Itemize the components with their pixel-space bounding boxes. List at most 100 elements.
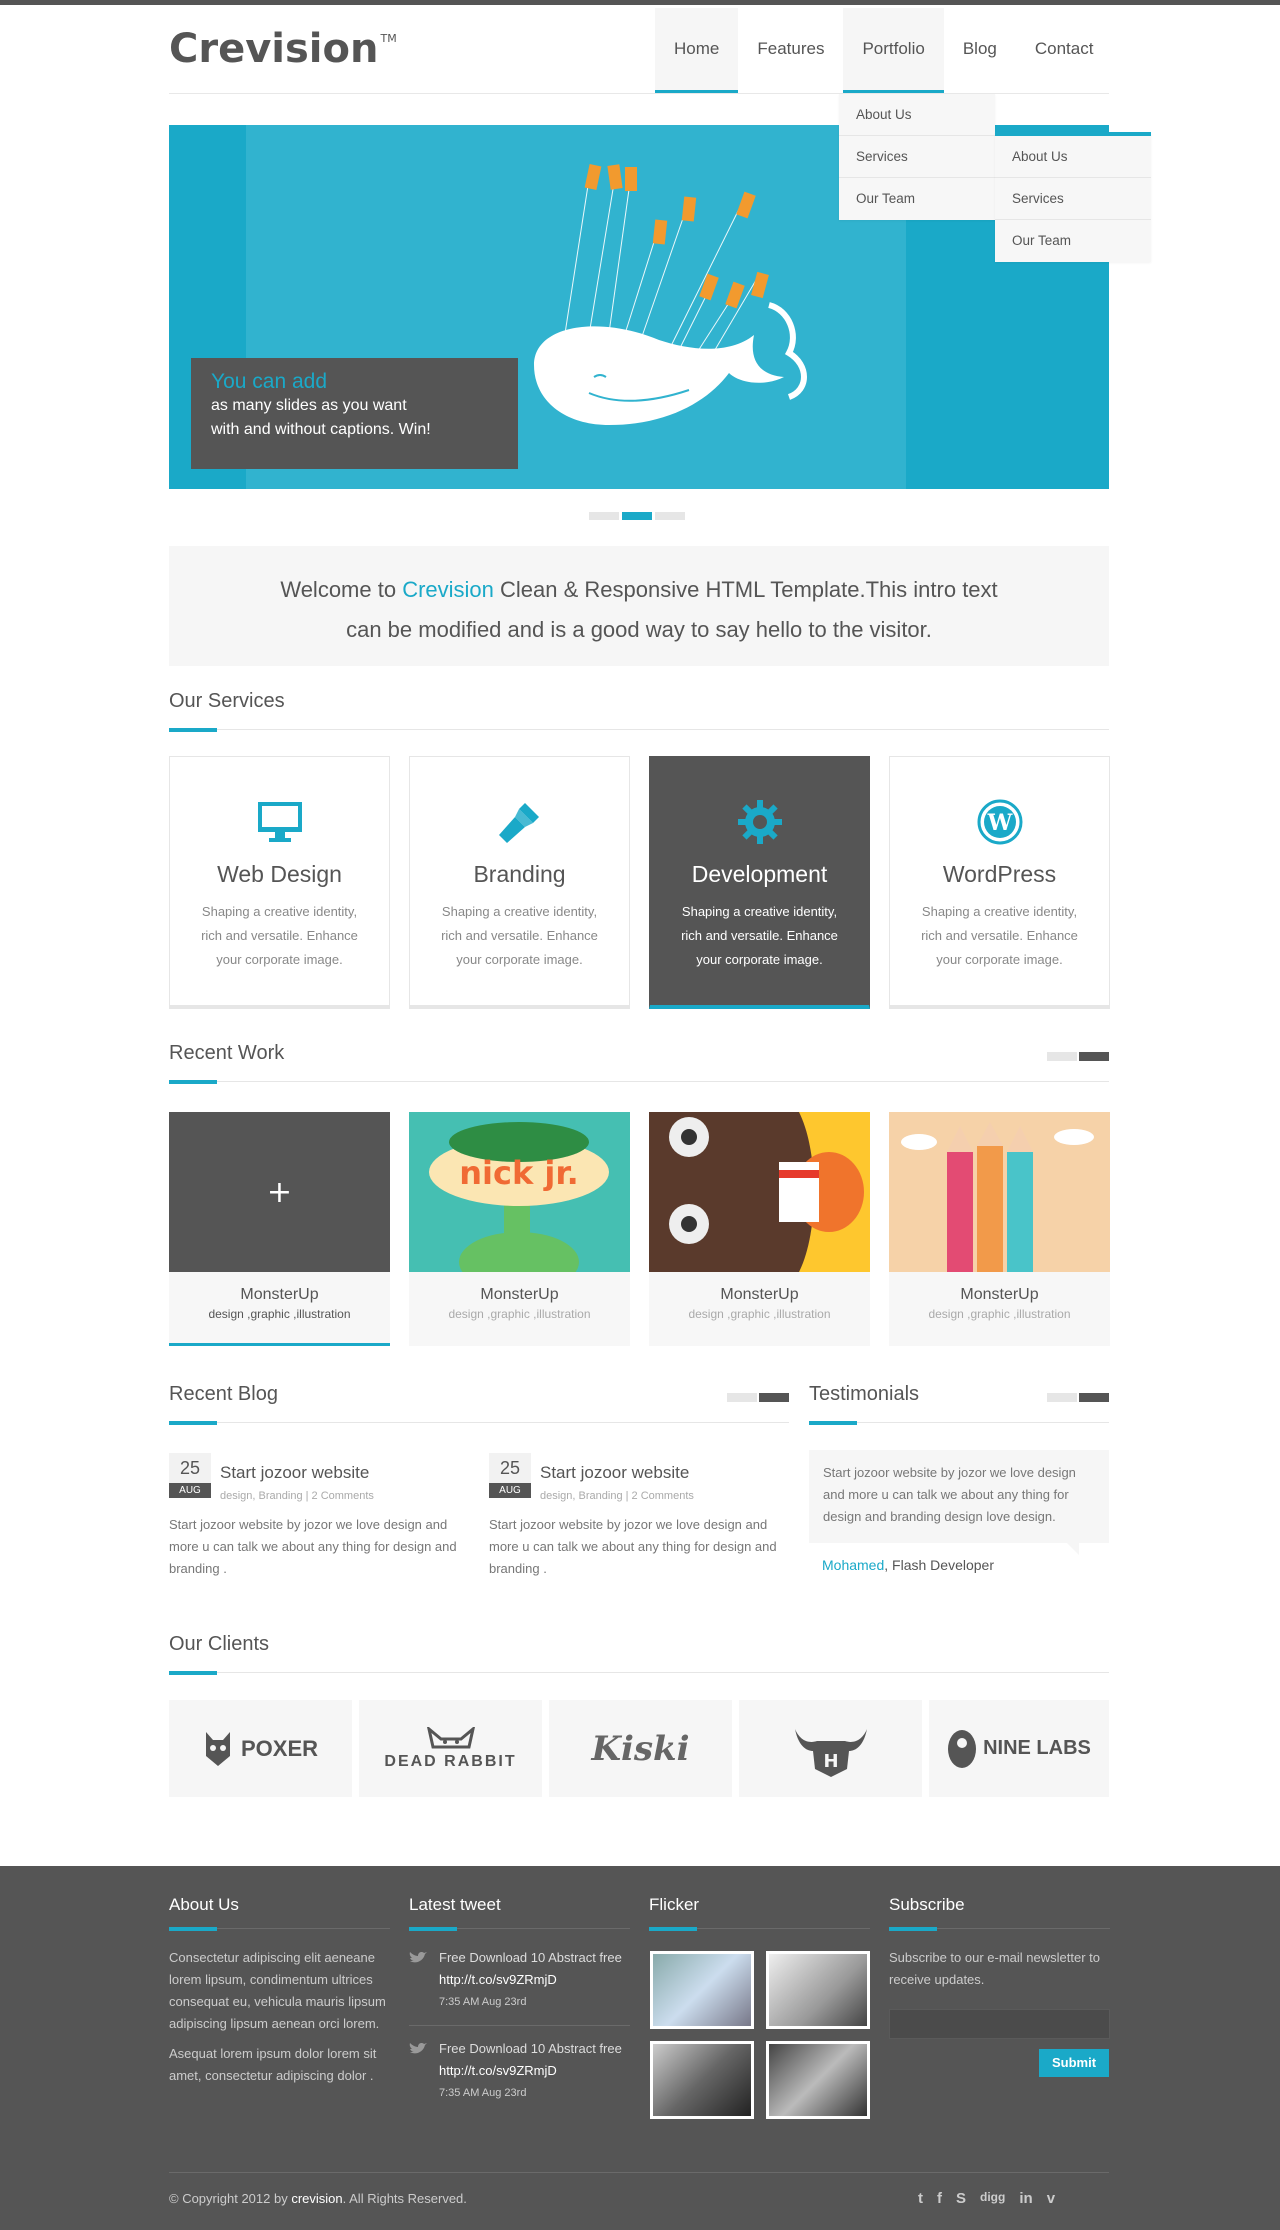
digg-icon[interactable]: digg: [980, 2190, 1005, 2207]
site-logo[interactable]: Crevision TM: [169, 26, 397, 72]
caption-line-2: with and without captions. Win!: [211, 421, 431, 438]
flickr-photo[interactable]: [766, 1951, 870, 2029]
svg-text:H: H: [823, 1751, 838, 1772]
testimonial-author: Mohamed, Flash Developer: [822, 1557, 994, 1573]
facebook-icon[interactable]: f: [937, 2190, 942, 2207]
svg-text:nick jr.: nick jr.: [459, 1154, 578, 1192]
client-logo-kiski[interactable]: Kiski: [549, 1700, 732, 1797]
section-title: Testimonials: [809, 1383, 920, 1405]
pager-next[interactable]: [1079, 1393, 1109, 1402]
service-desc: Shaping a creative identity, rich and ve…: [681, 904, 838, 967]
portfolio-dropdown: About Us Services Our Team: [839, 94, 995, 220]
footer-subscribe: Subscribe Subscribe to our e-mail newsle…: [889, 1895, 1110, 2039]
client-logo-poxer[interactable]: POXER: [169, 1700, 352, 1797]
linkedin-icon[interactable]: in: [1019, 2190, 1032, 2207]
skype-icon[interactable]: S: [956, 2190, 966, 2207]
flickr-photo[interactable]: [650, 1951, 754, 2029]
post-meta: design, Branding | 2 Comments: [220, 1490, 374, 1502]
dropdown-item-about[interactable]: About Us: [839, 94, 995, 136]
post-excerpt: Start jozoor website by jozor we love de…: [489, 1517, 777, 1576]
service-desc: Shaping a creative identity, rich and ve…: [441, 904, 598, 967]
service-card-branding[interactable]: Branding Shaping a creative identity, ri…: [409, 756, 630, 1009]
nav-blog[interactable]: Blog: [944, 8, 1016, 94]
nav-portfolio[interactable]: Portfolio: [843, 8, 944, 94]
intro-brand: Crevision: [402, 577, 494, 602]
vimeo-icon[interactable]: v: [1047, 2190, 1055, 2207]
service-name: Web Design: [217, 861, 342, 887]
footer-about-text: Consectetur adipiscing elit aeneane lore…: [169, 1950, 386, 2031]
service-card-web-design[interactable]: Web Design Shaping a creative identity, …: [169, 756, 390, 1009]
work-tags: design ,graphic ,illustration: [928, 1307, 1071, 1321]
dropdown-item-team[interactable]: Our Team: [839, 178, 995, 220]
pager-prev[interactable]: [727, 1393, 757, 1402]
work-item[interactable]: MonsterUp design ,graphic ,illustration: [889, 1112, 1110, 1346]
post-title[interactable]: Start jozoor website: [220, 1463, 369, 1483]
work-item[interactable]: MonsterUp design ,graphic ,illustration: [649, 1112, 870, 1346]
plus-icon[interactable]: +: [169, 1112, 390, 1272]
gear-icon: [735, 797, 785, 847]
nav-contact[interactable]: Contact: [1016, 8, 1113, 94]
pager-prev[interactable]: [1047, 1393, 1077, 1402]
tweet: Free Download 10 Abstract free http://t.…: [409, 1947, 630, 2026]
section-title: Recent Blog: [169, 1383, 278, 1405]
submenu-item-team[interactable]: Our Team: [995, 220, 1151, 262]
flickr-photo[interactable]: [650, 2041, 754, 2119]
footer-about-text-2: Asequat lorem ipsum dolor lorem sit amet…: [169, 2046, 377, 2083]
flickr-photo[interactable]: [766, 2041, 870, 2119]
testimonials-pager: [1047, 1393, 1109, 1402]
pager-next[interactable]: [1079, 1052, 1109, 1061]
nav-features[interactable]: Features: [738, 8, 843, 94]
service-name: Branding: [473, 861, 566, 887]
footer-heading: About Us: [169, 1895, 390, 1931]
service-name: Development: [691, 861, 828, 887]
subscribe-button[interactable]: Submit: [1039, 2049, 1109, 2077]
social-links: t f S digg in v: [918, 2190, 1055, 2207]
submenu-item-services[interactable]: Services: [995, 178, 1151, 220]
service-desc: Shaping a creative identity, rich and ve…: [201, 904, 358, 967]
section-title: Recent Work: [169, 1042, 285, 1064]
tweet-link[interactable]: http://t.co/sv9ZRmjD: [439, 2060, 630, 2082]
work-tags: design ,graphic ,illustration: [688, 1307, 831, 1321]
intro-box: Welcome to Crevision Clean & Responsive …: [169, 546, 1109, 666]
slider-dot[interactable]: [655, 512, 685, 520]
client-logo-dead-rabbit[interactable]: DEAD RABBIT: [359, 1700, 542, 1797]
post-date: 25 AUG: [489, 1453, 531, 1498]
slide-caption: You can add as many slides as you want w…: [191, 358, 518, 469]
tweet: Free Download 10 Abstract free http://t.…: [409, 2038, 630, 2104]
twitter-bird-icon: [409, 1952, 427, 1963]
subscribe-email-input[interactable]: [889, 2009, 1110, 2039]
monitor-icon: [255, 797, 305, 847]
pager-prev[interactable]: [1047, 1052, 1077, 1061]
work-tags: design ,graphic ,illustration: [448, 1307, 591, 1321]
slider-dot-active[interactable]: [622, 512, 652, 520]
work-title: MonsterUp: [480, 1286, 559, 1303]
twitter-bird-icon: [409, 2043, 427, 2054]
testimonial-quote: Start jozoor website by jozor we love de…: [809, 1450, 1109, 1555]
service-card-development[interactable]: Development Shaping a creative identity,…: [649, 756, 870, 1009]
pager-next[interactable]: [759, 1393, 789, 1402]
footer-divider: [169, 2172, 1109, 2173]
post-title[interactable]: Start jozoor website: [540, 1463, 689, 1483]
footer-heading: Subscribe: [889, 1895, 1110, 1931]
service-card-wordpress[interactable]: W WordPress Shaping a creative identity,…: [889, 756, 1110, 1009]
slider-dot[interactable]: [589, 512, 619, 520]
client-logo-nine-labs[interactable]: NINE LABS: [929, 1700, 1109, 1797]
submenu-item-about[interactable]: About Us: [995, 136, 1151, 178]
copyright-brand-link[interactable]: crevision: [291, 2191, 342, 2206]
tweet-time: 7:35 AM Aug 23rd: [439, 1996, 527, 2008]
tweet-link[interactable]: http://t.co/sv9ZRmjD: [439, 1969, 630, 1991]
post-date: 25 AUG: [169, 1453, 211, 1498]
work-pager: [1047, 1052, 1109, 1061]
wordpress-icon: W: [975, 797, 1025, 847]
dropdown-item-services[interactable]: Services: [839, 136, 995, 178]
work-item[interactable]: nick jr. MonsterUp design ,graphic ,illu…: [409, 1112, 630, 1346]
section-title: Our Services: [169, 690, 285, 712]
service-desc: Shaping a creative identity, rich and ve…: [921, 904, 1078, 967]
testimonials-heading: Testimonials: [809, 1383, 1109, 1425]
caption-title: You can add: [211, 370, 328, 393]
slider-pagination: [589, 512, 685, 520]
client-logo-viking[interactable]: H: [739, 1700, 922, 1797]
nav-home[interactable]: Home: [655, 8, 739, 94]
work-item[interactable]: + MonsterUp design ,graphic ,illustratio…: [169, 1112, 390, 1346]
twitter-icon[interactable]: t: [918, 2190, 923, 2207]
